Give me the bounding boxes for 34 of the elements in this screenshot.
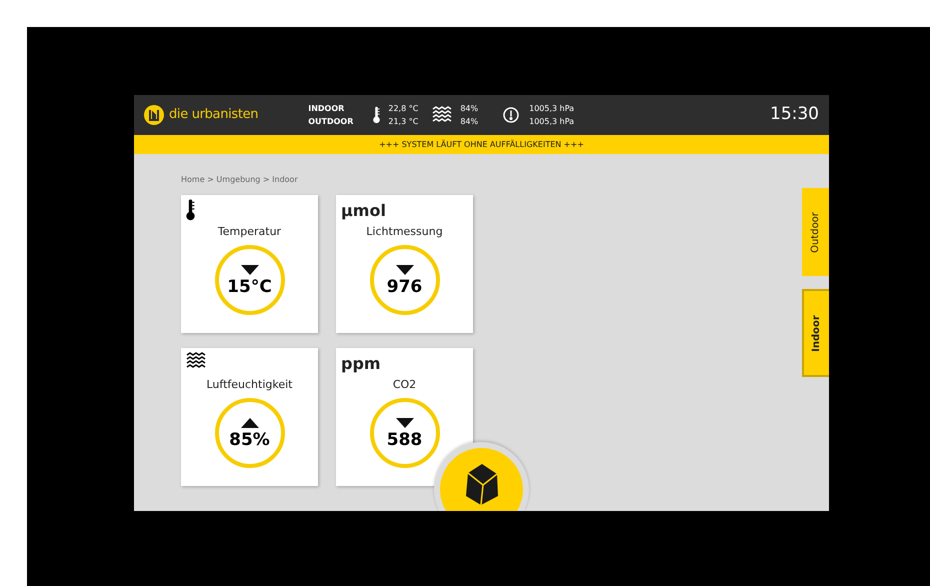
- brand-name: die urbanisten: [169, 106, 258, 124]
- card-title: Luftfeuchtigkeit: [206, 379, 292, 390]
- unit-label: µmol: [341, 201, 386, 220]
- pressure-reading: 1005,3 hPa: [529, 116, 574, 128]
- sensor-card[interactable]: Luftfeuchtigkeit 85%: [181, 348, 318, 486]
- location-label: OUTDOOR: [308, 116, 354, 128]
- sensor-card[interactable]: ppm CO2 588: [336, 348, 473, 486]
- status-banner: +++ SYSTEM LÄUFT OHNE AUFFÄLLIGKEITEN +++: [134, 135, 829, 154]
- card-value: 85%: [229, 432, 270, 448]
- logo-icon: [144, 105, 164, 125]
- gauge-icon: [503, 107, 520, 123]
- card-value: 976: [386, 278, 422, 296]
- side-tab[interactable]: Outdoor: [802, 188, 829, 276]
- temperature-reading: 21,3 °C: [388, 116, 418, 128]
- unit-label: ppm: [341, 354, 381, 373]
- location-label: INDOOR: [308, 103, 346, 115]
- waves-icon: [432, 106, 452, 124]
- clock-time: 15:30: [770, 103, 819, 126]
- card-value: 15°C: [227, 278, 272, 296]
- humidity-reading: 84%: [460, 116, 478, 128]
- card-title: Temperatur: [218, 226, 282, 237]
- temperature-reading: 22,8 °C: [388, 103, 418, 115]
- card-value: 588: [386, 432, 422, 448]
- sensor-card[interactable]: µmol Lichtmessung 976: [336, 195, 473, 333]
- side-tab[interactable]: Indoor: [802, 289, 829, 377]
- card-title: CO2: [392, 379, 416, 390]
- humidity-reading: 84%: [460, 103, 478, 115]
- thermometer-icon: [373, 106, 380, 124]
- card-title: Lichtmessung: [366, 226, 443, 237]
- thermometer-icon: [186, 199, 195, 221]
- pressure-reading: 1005,3 hPa: [529, 103, 574, 115]
- sensor-card[interactable]: Temperatur 15°C: [181, 195, 318, 333]
- breadcrumb: Home > Umgebung > Indoor: [181, 175, 298, 184]
- waves-icon: [186, 352, 206, 370]
